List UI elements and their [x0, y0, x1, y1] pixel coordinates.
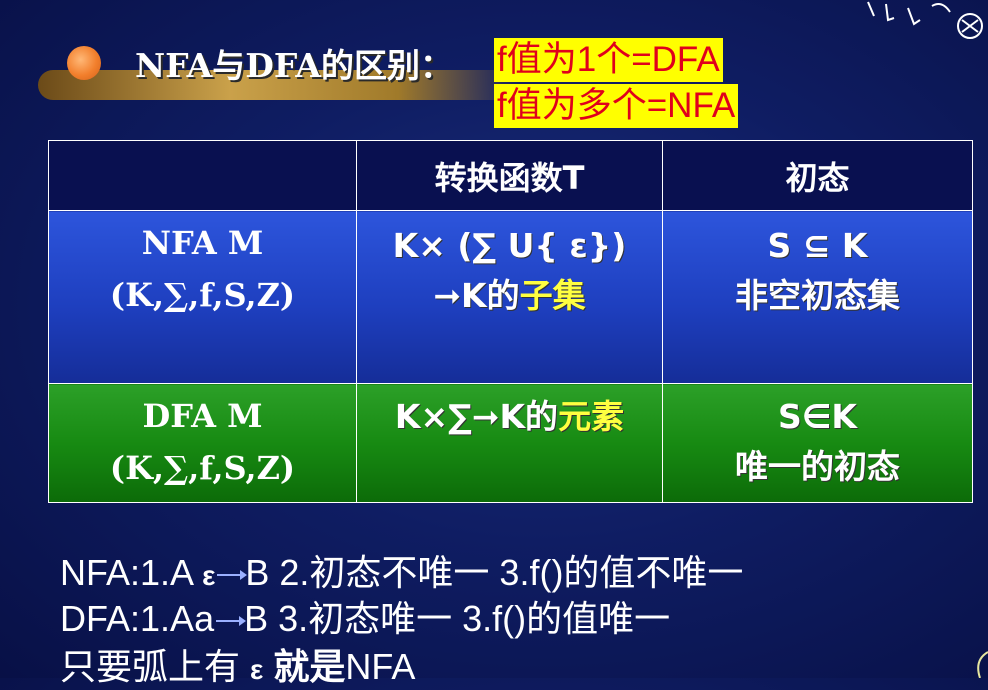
dfa-initial-cell: S∈K 唯一的初态 — [662, 383, 973, 503]
nfa-initial-cell: S ⊆ K 非空初态集 — [662, 210, 973, 384]
corner-decoration-bottom — [977, 651, 988, 678]
arrow-icon — [216, 616, 247, 627]
corner-decoration — [867, 1, 983, 39]
comparison-table: 转换函数T 初态 NFA M (K,∑,f,S,Z) K× (∑ U{ ε}) … — [48, 140, 973, 503]
table-header-row: 转换函数T 初态 — [48, 140, 973, 211]
slide-title: NFA与DFA的区别： — [135, 46, 453, 85]
note-dfa-arrow-label: a — [194, 598, 215, 639]
note-nfa-arrow-label: ε — [202, 560, 216, 591]
dfa-initial-formula: S∈K — [778, 397, 857, 436]
note-nfa-rest: B 2.初态不唯一 3.f()的值不唯一 — [245, 552, 744, 593]
dfa-initial-desc: 唯一的初态 — [735, 447, 900, 486]
arrow-icon — [217, 570, 248, 581]
dfa-tuple: (K,∑,f,S,Z) — [109, 449, 296, 487]
note-summary: 只要弧上有 ε 就是NFA — [60, 638, 415, 690]
note-nfa: NFA:1.A ε B 2.初态不唯一 3.f()的值不唯一 — [60, 544, 743, 596]
note-dfa-rest: B 3.初态唯一 3.f()的值唯一 — [244, 598, 671, 639]
highlight-dfa-rule: f值为1个=DFA — [494, 38, 723, 82]
dfa-function-cell: K×∑➞K的元素 — [356, 383, 663, 503]
note-summary-end: NFA — [345, 646, 416, 687]
nfa-function-range: ➞K的子集 — [357, 271, 662, 321]
table-row-dfa: DFA M (K,∑,f,S,Z) K×∑➞K的元素 S∈K 唯一的初态 — [48, 383, 973, 503]
note-dfa: DFA:1.Aa B 3.初态唯一 3.f()的值唯一 — [60, 590, 670, 642]
nfa-name-cell: NFA M (K,∑,f,S,Z) — [48, 210, 357, 384]
table-row-nfa: NFA M (K,∑,f,S,Z) K× (∑ U{ ε}) ➞K的子集 S ⊆… — [48, 210, 973, 384]
note-summary-start: 只要弧上有 — [60, 646, 241, 687]
nfa-initial-formula: S ⊆ K — [767, 226, 868, 265]
note-nfa-start: NFA:1.A — [60, 552, 193, 593]
nfa-tuple: (K,∑,f,S,Z) — [109, 276, 296, 314]
nfa-function-range-prefix: ➞K的 — [433, 276, 520, 315]
note-summary-bold: 就是 — [273, 646, 346, 687]
highlight-nfa-rule: f值为多个=NFA — [494, 84, 739, 128]
nfa-name: NFA M — [141, 224, 264, 262]
nfa-initial-desc: 非空初态集 — [735, 276, 900, 315]
dfa-function-element: 元素 — [558, 397, 625, 436]
header-cell-transfer-function: 转换函数T — [356, 140, 663, 211]
header-cell-initial-state: 初态 — [662, 140, 973, 211]
bullet-icon — [67, 46, 101, 80]
nfa-function-domain: K× (∑ U{ ε}) — [392, 226, 627, 265]
note-summary-epsilon: ε — [250, 654, 264, 685]
dfa-name-cell: DFA M (K,∑,f,S,Z) — [48, 383, 357, 503]
note-dfa-start: DFA:1.A — [60, 598, 195, 639]
dfa-name: DFA M — [142, 397, 263, 435]
header-cell-empty — [48, 140, 357, 211]
dfa-function-prefix: K×∑➞K的 — [394, 397, 559, 436]
nfa-function-cell: K× (∑ U{ ε}) ➞K的子集 — [356, 210, 663, 384]
nfa-function-range-subset: 子集 — [519, 276, 586, 315]
